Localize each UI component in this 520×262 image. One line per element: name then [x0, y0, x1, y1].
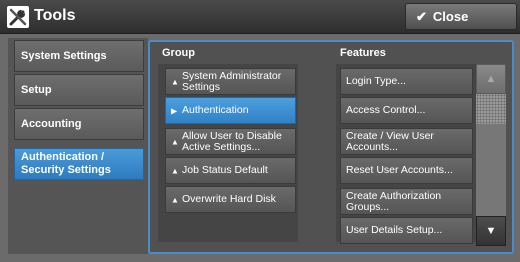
- title-bar: Tools ✔ Close: [0, 0, 520, 34]
- group-item-label: Allow User to Disable Active Settings...: [182, 129, 282, 153]
- group-item-label: Job Status Default: [182, 164, 268, 176]
- feature-item-label: User Details Setup...: [346, 224, 443, 236]
- triangle-up-icon: ▲: [171, 137, 179, 146]
- window-title: Tools: [34, 7, 76, 24]
- group-item-allow-user-disable[interactable]: ▲ Allow User to Disable Active Settings.…: [165, 128, 296, 155]
- feature-item-label: Create / View User Accounts...: [346, 129, 434, 153]
- nav-item-authentication-security[interactable]: Authentication / Security Settings: [14, 148, 144, 180]
- feature-item-create-view-user-accounts[interactable]: Create / View User Accounts...: [340, 128, 473, 155]
- features-list: Login Type... Access Control... Create /…: [336, 64, 476, 244]
- triangle-up-icon: ▲: [485, 73, 497, 85]
- nav-item-label: Setup: [21, 83, 52, 96]
- feature-item-create-authorization-groups[interactable]: Create Authorization Groups...: [340, 188, 473, 215]
- tools-window: Tools ✔ Close System Settings Setup Acco…: [0, 0, 520, 262]
- group-item-label: Overwrite Hard Disk: [182, 193, 276, 205]
- scroll-thumb[interactable]: [476, 94, 506, 124]
- feature-item-label: Reset User Accounts...: [346, 164, 453, 176]
- feature-item-reset-user-accounts[interactable]: Reset User Accounts...: [340, 157, 473, 184]
- triangle-down-icon: ▼: [485, 225, 497, 237]
- feature-item-label: Create Authorization Groups...: [346, 189, 442, 213]
- group-item-label: System Administrator Settings: [182, 69, 282, 93]
- nav-item-label: System Settings: [21, 49, 107, 62]
- group-item-system-administrator[interactable]: ▲ System Administrator Settings: [165, 68, 296, 95]
- features-scrollbar[interactable]: ▲ ▼: [476, 64, 506, 246]
- feature-item-label: Access Control...: [346, 104, 426, 116]
- triangle-up-icon: ▲: [171, 77, 179, 86]
- group-list: ▲ System Administrator Settings ▶ Authen…: [158, 64, 298, 242]
- feature-item-user-details-setup[interactable]: User Details Setup...: [340, 217, 473, 244]
- group-item-label: Authentication: [182, 104, 249, 116]
- nav-item-label: Accounting: [21, 117, 82, 130]
- scroll-down-button[interactable]: ▼: [476, 216, 506, 246]
- triangle-right-icon: ▶: [171, 106, 178, 115]
- features-header: Features: [340, 47, 386, 59]
- scroll-up-button[interactable]: ▲: [476, 64, 506, 94]
- group-item-job-status-default[interactable]: ▲ Job Status Default: [165, 157, 296, 184]
- tools-icon: [7, 6, 29, 28]
- feature-item-label: Login Type...: [346, 75, 406, 87]
- group-item-overwrite-hard-disk[interactable]: ▲ Overwrite Hard Disk: [165, 186, 296, 213]
- triangle-up-icon: ▲: [171, 166, 179, 175]
- close-button[interactable]: ✔ Close: [405, 3, 517, 30]
- nav-item-label: Authentication / Security Settings: [21, 151, 111, 176]
- settings-panel: Group Features ▲ System Administrator Se…: [148, 40, 514, 254]
- feature-item-access-control[interactable]: Access Control...: [340, 97, 473, 124]
- group-item-authentication[interactable]: ▶ Authentication: [165, 97, 296, 124]
- nav-item-setup[interactable]: Setup: [14, 74, 144, 106]
- feature-item-login-type[interactable]: Login Type...: [340, 68, 473, 95]
- nav-item-accounting[interactable]: Accounting: [14, 108, 144, 140]
- group-header: Group: [162, 47, 195, 59]
- check-icon: ✔: [416, 8, 427, 24]
- close-button-label: Close: [432, 9, 469, 24]
- nav-item-system-settings[interactable]: System Settings: [14, 40, 144, 72]
- triangle-up-icon: ▲: [171, 195, 179, 204]
